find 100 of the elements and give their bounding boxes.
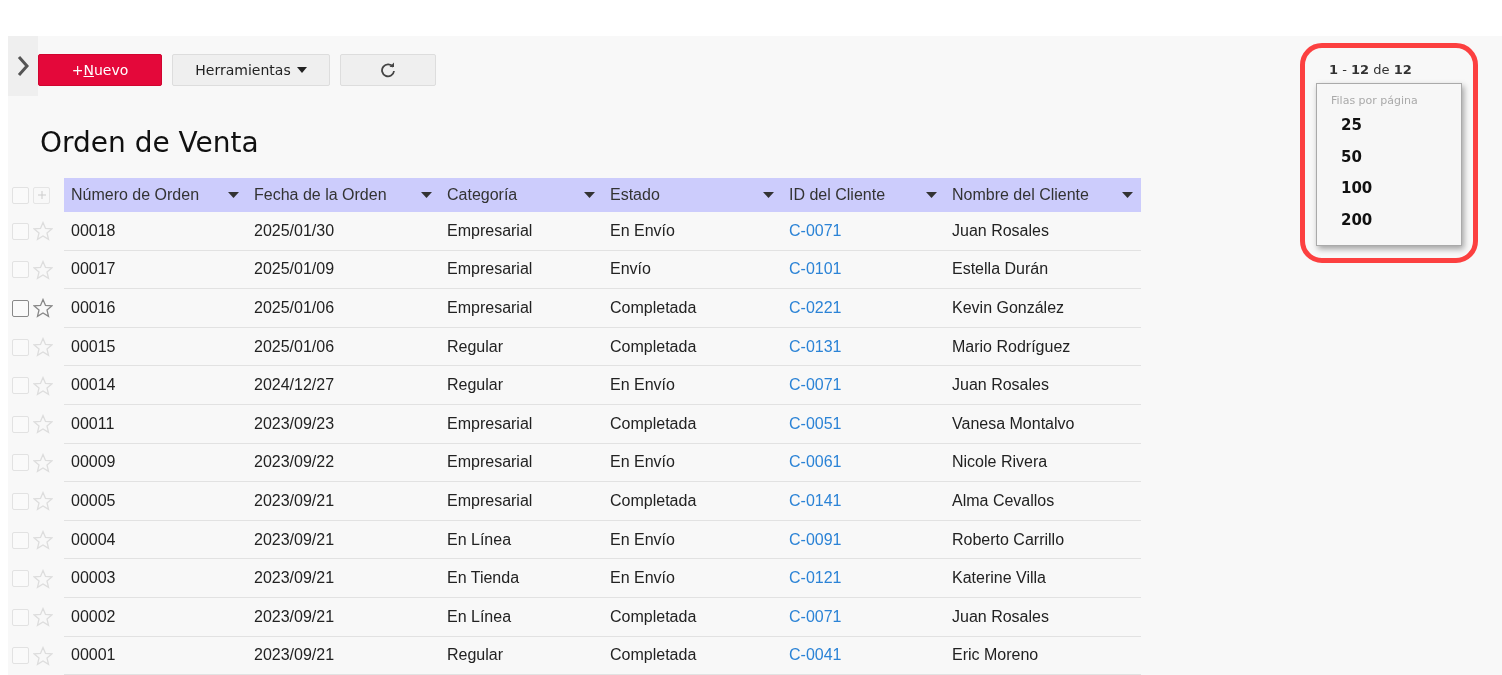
table-cell: Alma Cevallos <box>952 491 1055 510</box>
table-cell: 2023/09/21 <box>254 491 335 510</box>
table-cell: Mario Rodríguez <box>952 337 1071 356</box>
table-cell: Completada <box>610 491 697 510</box>
table-cell: Empresarial <box>447 221 533 240</box>
table-cell: 00017 <box>71 260 116 279</box>
table-cell: En Envío <box>610 453 675 472</box>
table-cell: Eric Moreno <box>952 646 1039 665</box>
table-cell: En Línea <box>447 530 512 549</box>
table-cell: 2023/09/22 <box>254 453 335 472</box>
table-cell: Kevin González <box>952 299 1065 317</box>
plus-icon <box>37 191 46 199</box>
table-cell: Empresarial <box>447 491 533 510</box>
table-cell: 00003 <box>71 569 116 588</box>
customer-id-link[interactable]: C-0071 <box>789 376 842 395</box>
refresh-button[interactable] <box>340 54 436 86</box>
chevron-right-icon <box>16 54 30 78</box>
table-cell: 00015 <box>71 337 116 356</box>
table-cell: Juan Rosales <box>952 376 1049 395</box>
table-cell: 2023/09/21 <box>254 607 335 626</box>
column-header[interactable]: ID del Cliente <box>789 186 886 204</box>
table-cell: En Tienda <box>447 569 520 588</box>
column-header[interactable]: Número de Orden <box>71 186 200 204</box>
select-all-checkbox[interactable] <box>12 186 29 204</box>
table-cell: 00016 <box>71 299 116 317</box>
table-cell: Completada <box>610 299 697 317</box>
page-title: Orden de Venta <box>40 125 259 161</box>
tools-dropdown-button[interactable]: Herramientas <box>172 54 330 86</box>
table-cell: En Envío <box>610 376 675 395</box>
table-cell: 2024/12/27 <box>254 376 335 395</box>
customer-id-link[interactable]: C-0071 <box>789 221 842 240</box>
customer-id-link[interactable]: C-0131 <box>789 337 842 356</box>
table-cell: Juan Rosales <box>952 607 1049 626</box>
table-cell: 2023/09/21 <box>254 646 335 665</box>
table-cell: Regular <box>447 337 504 356</box>
table-cell: Completada <box>610 607 697 626</box>
table-cell: Regular <box>447 376 504 395</box>
sort-caret-icon[interactable] <box>584 192 595 198</box>
table-cell: 2025/01/30 <box>254 221 335 240</box>
table-cell: Completada <box>610 337 697 356</box>
menu-option[interactable]: 50 <box>1341 146 1461 178</box>
customer-id-link[interactable]: C-0121 <box>789 569 842 588</box>
table-cell: 2023/09/23 <box>254 414 335 433</box>
table-cell: 2025/01/09 <box>254 260 335 279</box>
sort-caret-icon[interactable] <box>1122 192 1133 198</box>
sort-caret-icon[interactable] <box>228 192 239 198</box>
table-cell: Regular <box>447 646 504 665</box>
sort-caret-icon[interactable] <box>763 192 774 198</box>
table-cell: Katerine Villa <box>952 569 1046 588</box>
customer-id-link[interactable]: C-0061 <box>789 453 842 472</box>
table-cell: 00018 <box>71 221 116 240</box>
table-cell: 00002 <box>71 607 116 626</box>
table-cell: Estella Durán <box>952 260 1049 279</box>
new-button[interactable]: +Nuevo <box>38 54 162 86</box>
table-cell: Completada <box>610 414 697 433</box>
table-cell: 00005 <box>71 491 116 510</box>
table-cell: En Envío <box>610 569 675 588</box>
table-cell: Vanesa Montalvo <box>952 414 1075 433</box>
table-cell: 2025/01/06 <box>254 337 335 356</box>
star-icon[interactable] <box>33 298 53 319</box>
customer-id-link[interactable]: C-0051 <box>789 414 842 433</box>
table-cell: Empresarial <box>447 260 533 279</box>
customer-id-link[interactable]: C-0091 <box>789 530 842 549</box>
refresh-icon <box>380 62 396 78</box>
table-cell: Envío <box>610 260 651 279</box>
sort-caret-icon[interactable] <box>421 192 432 198</box>
menu-option[interactable]: 100 <box>1341 178 1461 210</box>
customer-id-link[interactable]: C-0101 <box>789 260 842 279</box>
table-cell: 00009 <box>71 453 116 472</box>
sort-caret-icon[interactable] <box>926 192 937 198</box>
column-header[interactable]: Categoría <box>447 186 518 204</box>
column-header[interactable]: Nombre del Cliente <box>952 186 1089 204</box>
table-cell: Roberto Carrillo <box>952 530 1065 549</box>
column-header[interactable]: Estado <box>610 186 660 204</box>
table-cell: Juan Rosales <box>952 221 1049 240</box>
customer-id-link[interactable]: C-0041 <box>789 646 842 665</box>
expand-sidebar-button[interactable] <box>8 36 38 96</box>
menu-option[interactable]: 200 <box>1341 209 1461 241</box>
column-header[interactable]: Fecha de la Orden <box>254 186 387 204</box>
table-cell: 00011 <box>71 414 115 433</box>
customer-id-link[interactable]: C-0141 <box>789 491 842 510</box>
table-cell: Completada <box>610 646 697 665</box>
menu-option[interactable]: 25 <box>1341 115 1461 147</box>
customer-id-link[interactable]: C-0221 <box>789 299 842 317</box>
table-cell: En Envío <box>610 221 675 240</box>
table-cell: 00001 <box>71 646 116 665</box>
table-cell: Nicole Rivera <box>952 453 1048 472</box>
menu-heading: Filas por página <box>1331 94 1419 107</box>
table-cell: 00004 <box>71 530 116 549</box>
table-cell: 00014 <box>71 376 116 395</box>
table-cell: En Envío <box>610 530 675 549</box>
caret-icon <box>296 67 307 73</box>
table-cell: Empresarial <box>447 299 533 317</box>
table-cell: En Línea <box>447 607 512 626</box>
table-cell: 2023/09/21 <box>254 530 335 549</box>
add-column-button[interactable] <box>33 186 50 204</box>
table-cell: Empresarial <box>447 414 533 433</box>
row-checkbox[interactable] <box>12 300 29 317</box>
pagination-range[interactable]: 1 - 12 de 12 <box>1329 62 1412 77</box>
customer-id-link[interactable]: C-0071 <box>789 607 842 626</box>
